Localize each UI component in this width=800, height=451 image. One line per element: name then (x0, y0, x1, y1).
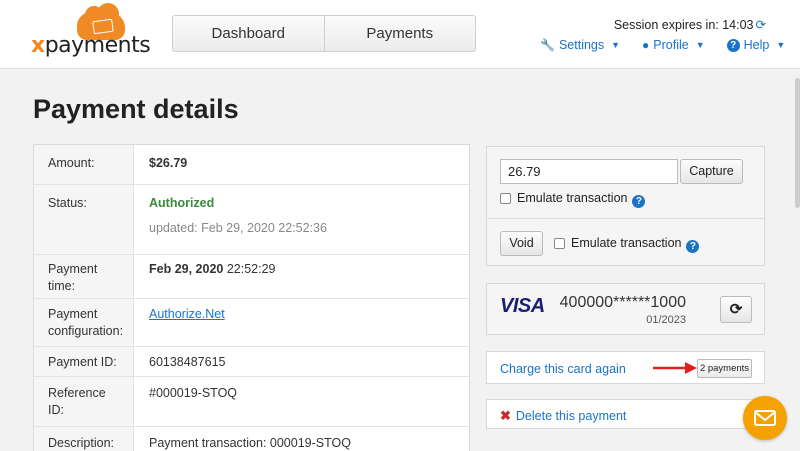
chevron-down-icon: ▼ (611, 40, 621, 50)
status-updated: updated: Feb 29, 2020 22:52:36 (149, 221, 327, 235)
refresh-card-button[interactable]: ⟳ (720, 296, 752, 323)
chat-button[interactable] (743, 396, 787, 440)
table-row: Payment ID: 60138487615 (34, 347, 469, 377)
emulate-void-label: Emulate transaction? (571, 236, 700, 253)
card-expiry: 01/2023 (646, 314, 686, 326)
user-icon: ● (642, 38, 650, 52)
amount-value: $26.79 (149, 156, 188, 170)
refresh-icon: ⟳ (729, 301, 743, 318)
tab-payments[interactable]: Payments (323, 16, 476, 51)
help-menu[interactable]: ? Help ▼ (726, 38, 786, 52)
payment-config-link[interactable]: Authorize.Net (149, 307, 225, 321)
description: Payment transaction: 000019-STOQ (149, 436, 351, 450)
charge-card-again-link[interactable]: Charge this card again (500, 362, 626, 376)
envelope-icon (754, 410, 776, 426)
emulate-capture-label: Emulate transaction? (517, 191, 646, 208)
wrench-icon: 🔧 (540, 38, 555, 52)
profile-menu[interactable]: ● Profile ▼ (642, 38, 705, 52)
divider (487, 218, 764, 219)
capture-amount-input[interactable] (500, 159, 678, 184)
table-row: Description: Payment transaction: 000019… (34, 427, 469, 451)
table-row: Status: Authorized updated: Feb 29, 2020… (34, 185, 469, 255)
reference-id: #000019-STOQ (149, 386, 238, 400)
table-row: Payment time: Feb 29, 2020 22:52:29 (34, 255, 469, 299)
close-icon: ✖ (500, 408, 511, 423)
question-icon[interactable]: ? (686, 240, 700, 253)
refresh-icon[interactable]: ⟳ (756, 18, 766, 32)
session-timer: Session expires in: 14:03 ⟳ (613, 18, 766, 32)
main-nav: Dashboard Payments (172, 15, 476, 52)
delete-payment-panel: ✖ Delete this payment (486, 399, 765, 429)
page-title: Payment details (33, 94, 239, 124)
xpayments-logo[interactable]: xpayments (31, 3, 151, 58)
saved-card-panel: VISA 400000******1000 01/2023 ⟳ (486, 283, 765, 335)
settings-menu[interactable]: 🔧 Settings ▼ (540, 38, 620, 52)
delete-payment-link[interactable]: ✖ Delete this payment (500, 408, 626, 424)
chevron-down-icon: ▼ (695, 40, 705, 50)
page-scrollbar-thumb[interactable] (795, 78, 800, 208)
top-menu: 🔧 Settings ▼ ● Profile ▼ ? Help ▼ (540, 38, 785, 52)
capture-button[interactable]: Capture (680, 159, 743, 184)
card-icon (92, 18, 114, 35)
visa-logo: VISA (500, 295, 545, 317)
table-row: Payment configuration: Authorize.Net (34, 299, 469, 347)
chevron-down-icon: ▼ (776, 40, 786, 50)
status-badge: Authorized (149, 196, 215, 210)
question-icon: ? (726, 38, 740, 52)
app-header: xpayments Dashboard Payments Session exp… (0, 0, 800, 69)
emulate-capture-checkbox[interactable] (500, 193, 511, 204)
table-row: Amount: $26.79 (34, 145, 469, 185)
card-number: 400000******1000 (559, 294, 686, 311)
payment-details-table: Amount: $26.79 Status: Authorized update… (33, 144, 470, 451)
logo-wordmark: xpayments (31, 33, 151, 58)
tab-dashboard[interactable]: Dashboard (173, 16, 324, 51)
table-row: Reference ID: #000019-STOQ (34, 377, 469, 427)
void-button[interactable]: Void (500, 231, 543, 256)
payments-count-badge[interactable]: 2 payments (697, 359, 752, 378)
red-arrow-annotation (653, 362, 697, 374)
emulate-void-checkbox[interactable] (554, 238, 565, 249)
question-icon[interactable]: ? (632, 195, 646, 208)
charge-again-panel: Charge this card again 2 payments (486, 351, 765, 384)
payment-id: 60138487615 (149, 355, 226, 369)
capture-void-panel: Capture Emulate transaction? Void Emulat… (486, 146, 765, 266)
